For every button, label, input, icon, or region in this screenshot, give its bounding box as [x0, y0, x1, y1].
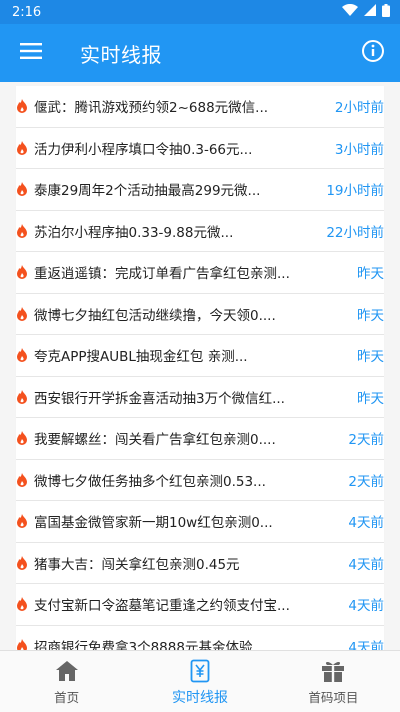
list-item-title: 活力伊利小程序填口令抽0.3-66元... — [34, 141, 253, 158]
list-item[interactable]: 泰康29周年2个活动抽最高299元微... 19小时前 — [16, 169, 384, 211]
nav-projects[interactable]: 首码项目 — [267, 651, 400, 712]
fire-icon — [16, 431, 34, 446]
menu-button[interactable] — [0, 24, 62, 82]
fire-icon — [16, 223, 34, 238]
news-list[interactable]: 偃武：腾讯游戏预约领2~688元微信... 2小时前活力伊利小程序填口令抽0.3-… — [0, 82, 400, 650]
list-item[interactable]: 微博七夕抽红包活动继续撸，今天领0.... 昨天 — [16, 293, 384, 335]
list-item-time: 22小时前 — [326, 224, 384, 241]
list-item[interactable]: 苏泊尔小程序抽0.33-9.88元微... 22小时前 — [16, 210, 384, 252]
fire-icon — [16, 514, 34, 529]
list-item-title: 微博七夕抽红包活动继续撸，今天领0.... — [34, 307, 276, 324]
fire-icon — [16, 99, 34, 114]
list-item[interactable]: 夸克APP搜AUBL抽现金红包 亲测... 昨天 — [16, 335, 384, 377]
list-item-title: 我要解螺丝：闯关看广告拿红包亲测0.... — [34, 432, 276, 449]
fire-icon — [16, 555, 34, 570]
list-item[interactable]: 偃武：腾讯游戏预约领2~688元微信... 2小时前 — [16, 86, 384, 128]
list-item-title: 猪事大吉：闯关拿红包亲测0.45元 — [34, 556, 240, 573]
list-item[interactable]: 招商银行免费拿3个8888元基金体验... 4天前 — [16, 625, 384, 650]
list-item-time: 昨天 — [357, 390, 384, 407]
fire-icon — [16, 638, 34, 650]
list-item[interactable]: 活力伊利小程序填口令抽0.3-66元... 3小时前 — [16, 127, 384, 169]
list-item-title: 微博七夕做任务抽多个红包亲测0.53... — [34, 473, 266, 490]
app-bar: 实时线报 — [0, 24, 400, 82]
info-icon — [361, 39, 385, 67]
list-item-time: 2天前 — [348, 432, 384, 449]
list-item-time: 19小时前 — [326, 183, 384, 200]
list-item-time: 昨天 — [357, 266, 384, 283]
signal-icon — [364, 4, 376, 20]
nav-label-news: 实时线报 — [171, 689, 228, 706]
status-icons — [342, 3, 390, 21]
info-button[interactable] — [350, 24, 396, 82]
list-item-title: 泰康29周年2个活动抽最高299元微... — [34, 183, 261, 200]
list-item-title: 夸克APP搜AUBL抽现金红包 亲测... — [34, 349, 248, 366]
hamburger-menu-icon — [20, 43, 42, 63]
list-item-title: 重返逍遥镇：完成订单看广告拿红包亲测... — [34, 266, 290, 283]
list-item-time: 4天前 — [348, 598, 384, 615]
nav-label-home: 首页 — [54, 690, 80, 705]
list-item-time: 3小时前 — [334, 141, 384, 158]
list-item[interactable]: 微博七夕做任务抽多个红包亲测0.53... 2天前 — [16, 459, 384, 501]
list-item[interactable]: 富国基金微管家新一期10w红包亲测0... 4天前 — [16, 501, 384, 543]
news-yen-icon — [190, 657, 210, 685]
list-item-title: 富国基金微管家新一期10w红包亲测0... — [34, 515, 273, 532]
list-item[interactable]: 支付宝新口令盗墓笔记重逢之约领支付宝... 4天前 — [16, 584, 384, 626]
list-item-time: 4天前 — [348, 556, 384, 573]
list-item-time: 昨天 — [357, 349, 384, 366]
list-item[interactable]: 我要解螺丝：闯关看广告拿红包亲测0.... 2天前 — [16, 418, 384, 460]
status-bar: 2:16 — [0, 0, 400, 24]
list-item-title: 西安银行开学拆金喜活动抽3万个微信红... — [34, 390, 285, 407]
fire-icon — [16, 182, 34, 197]
bottom-nav: 首页 实时线报 首码项目 — [0, 650, 400, 712]
list-item-title: 招商银行免费拿3个8888元基金体验... — [34, 639, 266, 650]
nav-home[interactable]: 首页 — [0, 651, 133, 712]
page-title: 实时线报 — [80, 42, 162, 67]
list-item-title: 偃武：腾讯游戏预约领2~688元微信... — [34, 100, 269, 117]
list-item[interactable]: 猪事大吉：闯关拿红包亲测0.45元 4天前 — [16, 542, 384, 584]
list-item[interactable]: 重返逍遥镇：完成订单看广告拿红包亲测... 昨天 — [16, 252, 384, 294]
fire-icon — [16, 140, 34, 155]
fire-icon — [16, 597, 34, 612]
list-item-title: 支付宝新口令盗墓笔记重逢之约领支付宝... — [34, 598, 290, 615]
fire-icon — [16, 472, 34, 487]
status-time: 2:16 — [12, 4, 42, 20]
list-item-time: 4天前 — [348, 639, 384, 650]
fire-icon — [16, 265, 34, 280]
gift-icon — [321, 657, 345, 685]
list-item-time: 昨天 — [357, 307, 384, 324]
list-item-title: 苏泊尔小程序抽0.33-9.88元微... — [34, 224, 234, 241]
fire-icon — [16, 348, 34, 363]
nav-news[interactable]: 实时线报 — [133, 651, 266, 712]
fire-icon — [16, 306, 34, 321]
nav-label-projects: 首码项目 — [308, 690, 359, 705]
list-item-time: 2小时前 — [334, 100, 384, 117]
list-item-time: 2天前 — [348, 473, 384, 490]
home-icon — [55, 657, 79, 685]
wifi-icon — [342, 3, 358, 20]
list-item[interactable]: 西安银行开学拆金喜活动抽3万个微信红... 昨天 — [16, 376, 384, 418]
fire-icon — [16, 389, 34, 404]
list-item-time: 4天前 — [348, 515, 384, 532]
battery-icon — [382, 3, 390, 21]
